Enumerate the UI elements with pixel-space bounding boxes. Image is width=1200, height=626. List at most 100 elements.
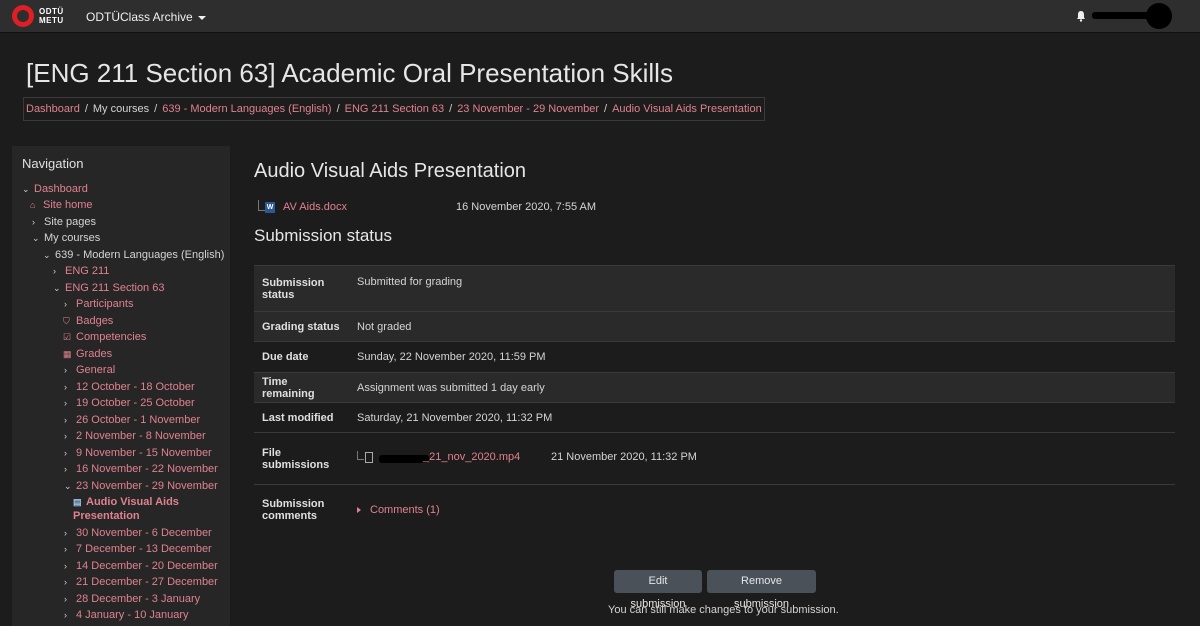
nav-item-week[interactable]: › 30 November - 6 December: [64, 526, 212, 540]
table-row: Grading status Not graded: [254, 311, 1175, 342]
row-label: File submissions: [254, 432, 349, 485]
breadcrumb-course[interactable]: ENG 211 Section 63: [345, 103, 444, 115]
nav-item-site-home[interactable]: ⌂ Site home: [30, 198, 93, 212]
breadcrumb: Dashboard / My courses/639 - Modern Langua…: [23, 97, 765, 121]
row-label: Submission status: [254, 265, 349, 312]
chevron-down-icon: ⌄: [53, 283, 61, 293]
chevron-right-icon: ›: [64, 544, 67, 554]
chevron-down-icon: ⌄: [64, 481, 72, 491]
checkbox-icon: ☑: [63, 332, 72, 342]
navigation-title: Navigation: [22, 156, 84, 171]
row-label: Due date: [254, 341, 349, 373]
submission-note: You can still make changes to your submi…: [608, 604, 839, 616]
last-modified-value: Saturday, 21 November 2020, 11:32 PM: [349, 402, 1175, 433]
nav-item-week-current[interactable]: ⌄ 23 November - 29 November: [64, 479, 218, 493]
nav-item-badges[interactable]: ⛉ Badges: [63, 314, 113, 328]
bell-icon[interactable]: [1075, 10, 1087, 22]
submission-status-heading: Submission status: [254, 226, 392, 245]
grading-status-value: Not graded: [349, 311, 1175, 342]
breadcrumb-my-courses: My courses: [92, 103, 150, 115]
nav-item-week[interactable]: › 14 December - 20 December: [64, 559, 218, 573]
nav-item-eng-211[interactable]: › ENG 211: [53, 264, 109, 278]
submission-status-table: Submission status Submitted for grading …: [254, 265, 1175, 535]
chevron-right-icon: ›: [64, 415, 67, 425]
nav-item-modern-languages[interactable]: ⌄ 639 - Modern Languages (English): [43, 248, 224, 262]
table-row: Time remaining Assignment was submitted …: [254, 372, 1175, 403]
time-remaining-value: Assignment was submitted 1 day early: [349, 372, 1175, 403]
nav-item-week[interactable]: › 16 November - 22 November: [64, 462, 218, 476]
nav-item-dashboard[interactable]: ⌄ Dashboard: [22, 182, 88, 196]
nav-item-my-courses[interactable]: ⌄ My courses: [32, 231, 100, 245]
chevron-right-icon: ›: [64, 299, 67, 309]
chevron-right-icon: ›: [64, 594, 67, 604]
chevron-right-icon: ›: [64, 382, 67, 392]
navigation-block: Navigation ⌄ Dashboard ⌂ Site home › Site p…: [12, 146, 230, 626]
chevron-down-icon: ⌄: [32, 233, 40, 243]
nav-item-week[interactable]: › 7 December - 13 December: [64, 542, 212, 556]
chevron-right-icon: ›: [64, 448, 67, 458]
breadcrumb-assignment[interactable]: Audio Visual Aids Presentation: [612, 103, 762, 115]
table-row: Due date Sunday, 22 November 2020, 11:59…: [254, 341, 1175, 373]
logo-emblem-icon: [12, 5, 34, 27]
nav-item-competencies[interactable]: ☑ Competencies: [63, 330, 146, 344]
edit-submission-button[interactable]: Edit submission: [614, 570, 702, 610]
filename-redacted: [379, 454, 429, 463]
user-name-redacted[interactable]: [1092, 12, 1154, 19]
table-row: Last modified Saturday, 21 November 2020…: [254, 402, 1175, 433]
page-title: [ENG 211 Section 63] Academic Oral Prese…: [26, 58, 673, 88]
nav-item-general[interactable]: › General: [64, 363, 115, 377]
nav-item-participants[interactable]: › Participants: [64, 297, 133, 311]
nav-item-week[interactable]: › 2 November - 8 November: [64, 429, 206, 443]
nav-item-grades[interactable]: ▦ Grades: [63, 347, 112, 361]
nav-item-site-pages[interactable]: › Site pages: [32, 215, 96, 229]
row-label: Last modified: [254, 402, 349, 433]
table-icon: ▦: [63, 349, 72, 359]
word-document-icon: W: [265, 202, 275, 213]
submitted-file-link[interactable]: _21_nov_2020.mp4: [423, 451, 520, 463]
chevron-right-icon: ›: [64, 464, 67, 474]
chevron-right-icon: ›: [64, 610, 67, 620]
nav-item-week[interactable]: › 26 October - 1 November: [64, 413, 200, 427]
chevron-right-icon: ›: [64, 528, 67, 538]
nav-item-week[interactable]: › 19 October - 25 October: [64, 396, 195, 410]
attachment-link[interactable]: AV Aids.docx: [283, 201, 347, 213]
chevron-right-icon: ›: [64, 577, 67, 587]
site-menu-dropdown[interactable]: ODTÜClass Archive: [86, 10, 206, 24]
chevron-right-icon: ›: [64, 431, 67, 441]
assignment-heading: Audio Visual Aids Presentation: [254, 160, 527, 182]
video-file-icon: [365, 451, 373, 463]
comments-toggle[interactable]: Comments (1): [357, 504, 440, 516]
caret-right-icon: [357, 506, 361, 513]
chevron-down-icon: ⌄: [22, 184, 30, 194]
nav-item-eng-211-section-63[interactable]: ⌄ ENG 211 Section 63: [53, 281, 164, 295]
logo-line-2: METU: [39, 16, 64, 25]
nav-item-week[interactable]: › 28 December - 3 January: [64, 592, 200, 606]
chevron-right-icon: ›: [64, 398, 67, 408]
file-submissions-cell: _21_nov_2020.mp4 21 November 2020, 11:32…: [349, 432, 1175, 485]
nav-item-week[interactable]: › 9 November - 15 November: [64, 446, 212, 460]
row-label: Submission comments: [254, 484, 349, 535]
chevron-right-icon: ›: [53, 266, 56, 276]
chevron-right-icon: ›: [64, 365, 67, 375]
nav-item-week[interactable]: › 21 December - 27 December: [64, 575, 218, 589]
logo-line-1: ODTÜ: [39, 7, 64, 16]
chevron-right-icon: ›: [64, 561, 67, 571]
breadcrumb-week[interactable]: 23 November - 29 November: [457, 103, 599, 115]
breadcrumb-modern-languages[interactable]: 639 - Modern Languages (English): [162, 103, 331, 115]
due-date-value: Sunday, 22 November 2020, 11:59 PM: [349, 341, 1175, 373]
table-row: Submission status Submitted for grading: [254, 265, 1175, 312]
table-row: Submission comments Comments (1): [254, 484, 1175, 535]
nav-item-week[interactable]: › 12 October - 18 October: [64, 380, 195, 394]
table-row: File submissions _21_nov_2020.mp4 21 Nov…: [254, 432, 1175, 485]
nav-item-week[interactable]: › 4 January - 10 January: [64, 608, 189, 622]
nav-item-audio-visual-aids[interactable]: ▤ Audio Visual Aids Presentation: [73, 495, 179, 523]
remove-submission-button[interactable]: Remove submission: [707, 570, 816, 610]
breadcrumb-dashboard[interactable]: Dashboard: [26, 103, 80, 115]
avatar[interactable]: [1146, 3, 1172, 29]
row-label: Time remaining: [254, 372, 349, 403]
caret-down-icon: [197, 15, 206, 20]
site-menu-label: ODTÜClass Archive: [86, 10, 193, 24]
metu-logo[interactable]: ODTÜ METU: [12, 5, 66, 27]
top-navbar: ODTÜ METU ODTÜClass Archive: [0, 0, 1200, 33]
file-tree-line: [357, 450, 364, 460]
